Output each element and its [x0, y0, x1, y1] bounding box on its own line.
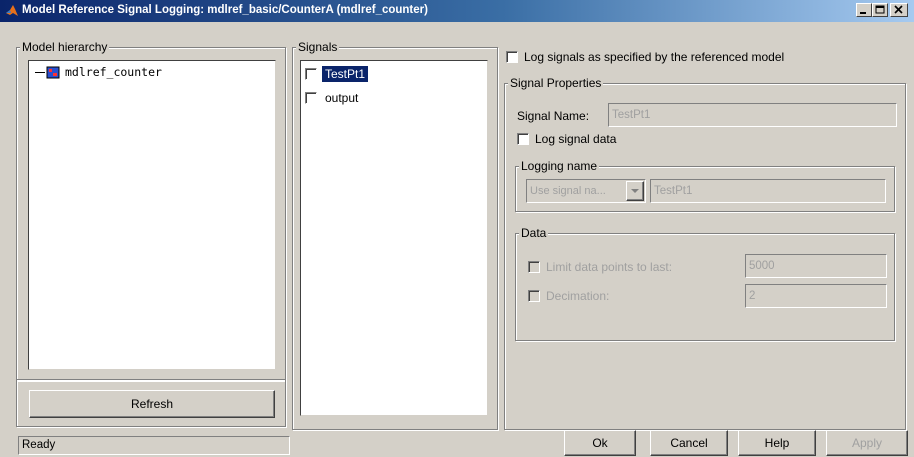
close-icon — [894, 5, 903, 14]
matlab-logo-icon — [6, 5, 18, 16]
apply-button[interactable]: Apply — [826, 430, 908, 456]
signal-properties-legend: Signal Properties — [508, 76, 604, 90]
status-bar: Ready — [18, 436, 290, 455]
logging-name-select[interactable]: Use signal na... — [526, 179, 646, 203]
minimize-button[interactable] — [856, 3, 872, 17]
cancel-button[interactable]: Cancel — [650, 430, 728, 456]
limit-data-points-checkbox[interactable] — [528, 261, 540, 273]
refresh-button[interactable]: Refresh — [29, 390, 275, 418]
window-title: Model Reference Signal Logging: mdlref_b… — [22, 4, 428, 16]
signal-item[interactable]: output — [305, 90, 425, 106]
limit-data-points-field[interactable]: 5000 — [745, 254, 887, 278]
signal-checkbox[interactable] — [305, 68, 317, 80]
tree-item-mdlref-counter[interactable]: mdlref_counter — [65, 65, 162, 79]
help-button[interactable]: Help — [738, 430, 816, 456]
decimation-field[interactable]: 2 — [745, 284, 887, 308]
model-hierarchy-legend: Model hierarchy — [20, 40, 110, 54]
dropdown-button[interactable] — [626, 181, 644, 201]
signal-label: output — [325, 91, 359, 105]
signal-item[interactable]: TestPt1 — [305, 65, 425, 83]
logging-name-field[interactable]: TestPt1 — [650, 179, 886, 203]
hierarchy-tree[interactable]: mdlref_counter — [28, 60, 276, 370]
limit-data-points-label: Limit data points to last: — [546, 260, 673, 274]
log-signal-data-label: Log signal data — [535, 132, 617, 146]
logging-name-legend: Logging name — [519, 159, 600, 173]
signal-name-label: Signal Name: — [517, 109, 590, 123]
decimation-checkbox[interactable] — [528, 290, 540, 302]
title-bar[interactable]: Model Reference Signal Logging: mdlref_b… — [0, 0, 914, 22]
signals-list[interactable]: TestPt1 output — [300, 60, 488, 416]
logging-name-select-value: Use signal na... — [530, 185, 606, 197]
signal-name-field[interactable]: TestPt1 — [608, 103, 897, 127]
maximize-button[interactable] — [872, 3, 888, 17]
signals-legend: Signals — [296, 40, 340, 54]
tree-connector — [35, 72, 45, 73]
model-block-icon — [46, 66, 60, 79]
close-button[interactable] — [890, 3, 908, 17]
minimize-icon — [860, 12, 866, 14]
maximize-icon — [875, 5, 885, 14]
signal-label: TestPt1 — [320, 65, 370, 83]
decimation-label: Decimation: — [546, 289, 610, 303]
chevron-down-icon — [631, 189, 639, 193]
log-as-specified-label: Log signals as specified by the referenc… — [524, 50, 785, 64]
log-signal-data-checkbox[interactable] — [517, 133, 529, 145]
signal-checkbox[interactable] — [305, 92, 317, 104]
ok-button[interactable]: Ok — [564, 430, 636, 456]
log-as-specified-checkbox[interactable] — [506, 51, 518, 63]
data-legend: Data — [519, 226, 549, 240]
